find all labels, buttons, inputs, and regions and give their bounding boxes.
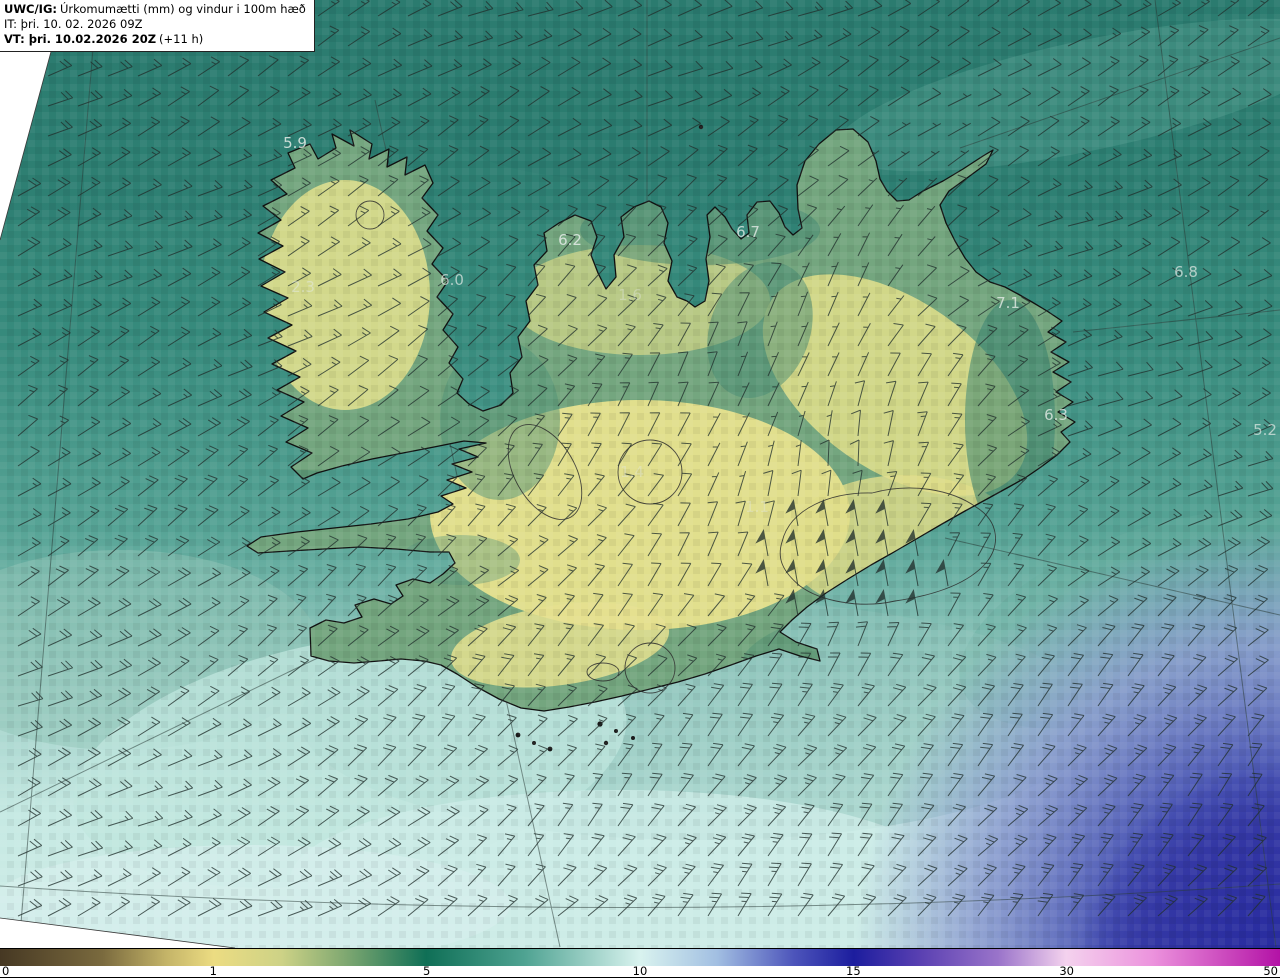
- precip-value-label: 6.3: [1044, 406, 1068, 424]
- precip-value-label: 1.1: [745, 498, 769, 516]
- title-line-1: UWC/IG: Úrkomumætti (mm) og vindur i 100m…: [4, 2, 306, 17]
- colorbar-tick-label: 5: [422, 964, 431, 978]
- colorbar-tick-label: 1: [209, 964, 217, 978]
- valid-time-label: VT: þri. 10.02.2026 20Z: [4, 32, 157, 46]
- title-line-3: VT: þri. 10.02.2026 20Z (+11 h): [4, 32, 306, 47]
- init-time-text: IT: þri. 10. 02. 2026 09Z: [4, 17, 143, 31]
- precip-value-label: 6.0: [440, 271, 464, 289]
- precip-value-label: 7.1: [996, 294, 1020, 312]
- colorbar-tick-label: 30: [1059, 964, 1074, 978]
- weather-map: 5.9 6.2 6.7 6.0 2.3 7.1 6.8 6.3 5.2 1.6 1.4 1.1: [0, 0, 1280, 948]
- title-line-2: IT: þri. 10. 02. 2026 09Z: [4, 17, 306, 32]
- precip-value-label: 6.7: [736, 223, 760, 241]
- precip-value-label: 5.9: [283, 134, 307, 152]
- precip-value-label: 6.8: [1174, 263, 1198, 281]
- colorbar: 0 1 5 10 15 30 50: [0, 948, 1280, 978]
- title-text: Úrkomumætti (mm) og vindur i 100m hæð: [59, 2, 306, 16]
- colorbar-tick-label: 10: [632, 964, 648, 978]
- precip-value-label: 6.2: [558, 231, 582, 249]
- precip-value-label: 1.6: [618, 286, 642, 304]
- model-id-label: UWC/IG:: [4, 2, 57, 16]
- precip-value-label: 5.2: [1253, 421, 1277, 439]
- colorbar-ticks: 0 1 5 10 15 30 50: [0, 964, 1280, 978]
- forecast-offset-text: (+11 h): [159, 32, 204, 46]
- precip-value-label: 1.4: [620, 463, 644, 481]
- title-box: UWC/IG: Úrkomumætti (mm) og vindur i 100m…: [0, 0, 315, 52]
- colorbar-tick-label: 15: [846, 964, 861, 978]
- colorbar-tick-label: 50: [1263, 964, 1278, 978]
- precip-value-label: 2.3: [291, 278, 315, 296]
- colorbar-tick-label: 0: [2, 964, 10, 978]
- weather-map-frame: 5.9 6.2 6.7 6.0 2.3 7.1 6.8 6.3 5.2 1.6 1.4 1.1 UWC…: [0, 0, 1280, 978]
